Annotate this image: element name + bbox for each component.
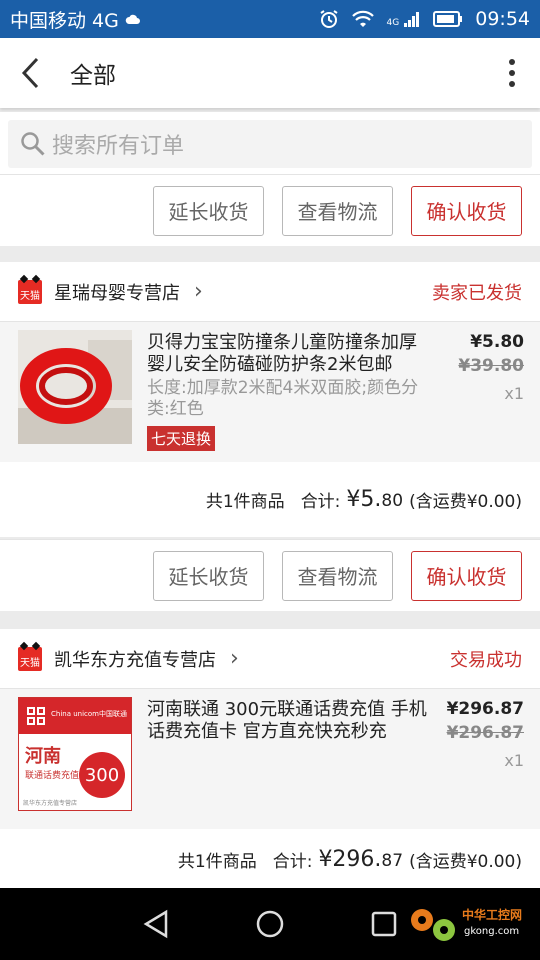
product-thumbnail: China unicom中国联通 河南 联通话费充值 300 凯华东方充值专营店 bbox=[18, 697, 132, 811]
extend-receipt-button[interactable]: 延长收货 bbox=[153, 185, 264, 236]
alarm-icon bbox=[319, 10, 338, 28]
signal-icon bbox=[404, 12, 420, 27]
page-title: 全部 bbox=[70, 63, 116, 89]
shop-name: 凯华东方充值专营店 bbox=[54, 649, 216, 671]
battery-icon bbox=[433, 11, 463, 27]
item-price: ¥5.80 bbox=[470, 332, 524, 352]
thumb-banner: China unicom中国联通 bbox=[19, 698, 131, 734]
total-main: ¥296. bbox=[318, 846, 382, 872]
shipping-fee: (含运费¥0.00) bbox=[409, 492, 522, 512]
total-main: ¥5. bbox=[346, 487, 382, 512]
watermark-url: gkong.com bbox=[464, 926, 520, 937]
shop-name: 星瑞母婴专营店 bbox=[54, 282, 180, 304]
product-thumbnail bbox=[18, 330, 132, 444]
item-price: ¥296.87 bbox=[446, 699, 524, 719]
item-title: 河南联通 300元联通话费充值 手机话费充值卡 官方直充快充秒充 bbox=[147, 699, 427, 742]
more-vertical-icon bbox=[509, 59, 515, 87]
signal-indicator: 4G bbox=[387, 10, 422, 28]
total-amount: ¥5.80 bbox=[346, 487, 403, 512]
item-spec: 长度:加厚款2米配4米双面胶;颜色分类:红色 bbox=[147, 378, 419, 419]
item-quantity: x1 bbox=[504, 384, 524, 403]
order-summary: 共1件商品 合计: ¥5.80 (含运费¥0.00) bbox=[0, 462, 540, 537]
total-decimal: 87 bbox=[381, 850, 404, 871]
shop-header[interactable]: 天猫 凯华东方充值专营店 › 交易成功 bbox=[0, 629, 540, 689]
order-actions-top: 延长收货 查看物流 确认收货 bbox=[0, 174, 540, 246]
item-quantity: x1 bbox=[504, 751, 524, 770]
total-label: 合计: bbox=[300, 492, 341, 512]
item-count: 共1件商品 bbox=[205, 492, 285, 512]
order-actions: 延长收货 查看物流 确认收货 bbox=[0, 539, 540, 611]
order-summary: 共1件商品 合计: ¥296.87 (含运费¥0.00) bbox=[0, 829, 540, 889]
clock: 09:54 bbox=[475, 8, 530, 30]
item-title: 贝得力宝宝防撞条儿童防撞条加厚婴儿安全防磕碰防护条2米包邮 bbox=[147, 332, 417, 375]
watermark-text: 中华工控网 bbox=[462, 908, 523, 922]
carrier-text: 中国移动 4G bbox=[10, 9, 119, 32]
search-input[interactable]: 搜索所有订单 bbox=[8, 120, 532, 168]
item-original-price: ¥39.80 bbox=[458, 356, 524, 376]
tmall-icon: 天猫 bbox=[18, 279, 42, 304]
item-original-price: ¥296.87 bbox=[446, 723, 524, 743]
wifi-icon bbox=[351, 10, 374, 27]
total-decimal: 80 bbox=[381, 491, 404, 511]
confirm-receipt-button[interactable]: 确认收货 bbox=[411, 550, 522, 601]
chevron-right-icon: › bbox=[194, 279, 203, 304]
order-item[interactable]: China unicom中国联通 河南 联通话费充值 300 凯华东方充值专营店… bbox=[0, 689, 540, 829]
recents-square-icon[interactable] bbox=[370, 910, 398, 938]
search-section: 搜索所有订单 bbox=[0, 112, 540, 174]
tmall-badge-text: 天猫 bbox=[20, 290, 40, 302]
view-logistics-button[interactable]: 查看物流 bbox=[282, 550, 393, 601]
total-amount: ¥296.87 bbox=[318, 847, 403, 872]
order-status: 卖家已发货 bbox=[432, 282, 522, 304]
item-count: 共1件商品 bbox=[177, 851, 257, 872]
search-icon bbox=[21, 132, 45, 156]
shipping-fee: (含运费¥0.00) bbox=[409, 851, 522, 872]
thumb-brand: China unicom中国联通 bbox=[51, 710, 127, 718]
chevron-right-icon: › bbox=[230, 646, 239, 671]
return-policy-badge: 七天退换 bbox=[147, 426, 216, 451]
view-logistics-button[interactable]: 查看物流 bbox=[282, 185, 393, 236]
back-triangle-icon[interactable] bbox=[142, 909, 170, 939]
extend-receipt-button[interactable]: 延长收货 bbox=[153, 550, 264, 601]
tmall-icon: 天猫 bbox=[18, 646, 42, 671]
back-button[interactable] bbox=[0, 38, 60, 108]
thumb-amount-badge: 300 bbox=[79, 752, 125, 798]
thumb-province: 河南 bbox=[25, 746, 61, 767]
order-status: 交易成功 bbox=[450, 649, 522, 671]
thumb-subtitle: 联通话费充值 bbox=[25, 771, 80, 781]
total-label: 合计: bbox=[272, 851, 313, 872]
thumb-footer: 凯华东方充值专营店 bbox=[23, 800, 78, 807]
search-placeholder: 搜索所有订单 bbox=[52, 134, 185, 159]
thumb-amount: 300 bbox=[84, 764, 120, 786]
status-bar: 中国移动 4G 4G 09:54 bbox=[0, 0, 540, 38]
shop-header[interactable]: 天猫 星瑞母婴专营店 › 卖家已发货 bbox=[0, 262, 540, 322]
carrier-info: 中国移动 4G bbox=[10, 6, 141, 33]
chevron-left-icon bbox=[21, 57, 39, 89]
unicom-logo-icon bbox=[27, 707, 45, 725]
tmall-badge-text: 天猫 bbox=[20, 657, 40, 669]
more-menu-button[interactable] bbox=[484, 38, 540, 108]
app-header: 全部 bbox=[0, 38, 540, 108]
watermark: 中华工控网 gkong.com bbox=[404, 898, 532, 950]
confirm-receipt-button[interactable]: 确认收货 bbox=[411, 185, 522, 236]
home-circle-icon[interactable] bbox=[255, 909, 285, 939]
network-type-label: 4G bbox=[386, 18, 400, 28]
order-item[interactable]: 贝得力宝宝防撞条儿童防撞条加厚婴儿安全防磕碰防护条2米包邮 长度:加厚款2米配4… bbox=[0, 322, 540, 462]
gear-icon bbox=[411, 909, 455, 941]
cloud-icon bbox=[125, 14, 140, 24]
